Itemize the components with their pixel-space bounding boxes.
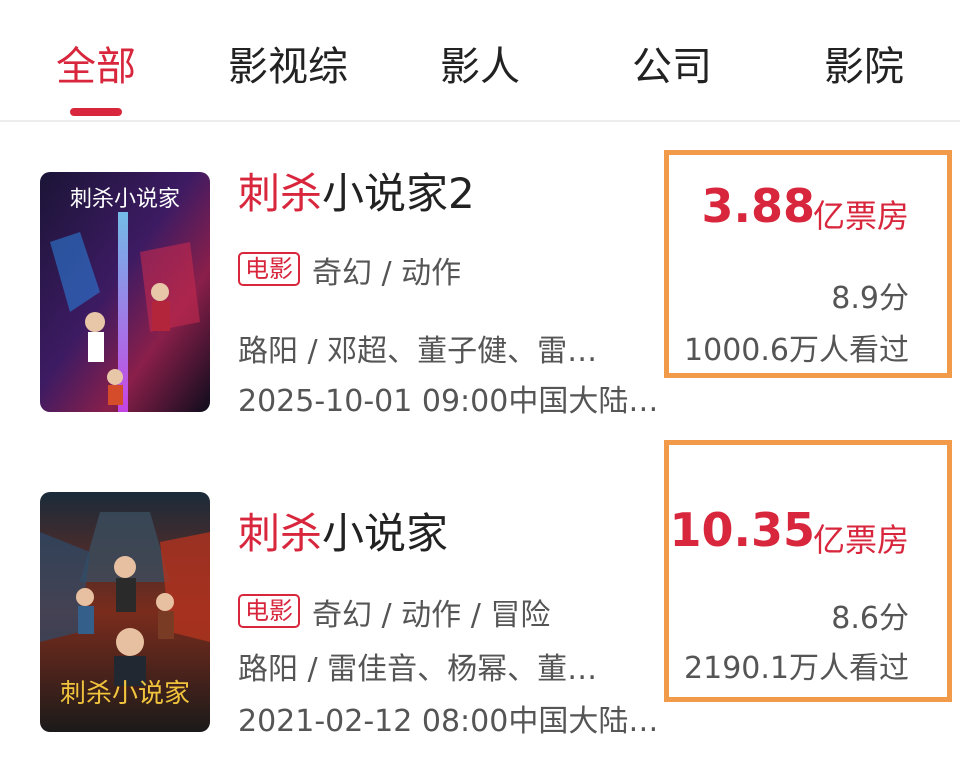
type-badge: 电影 [238,594,300,628]
poster-image: 刺杀小说家 [40,172,210,412]
tab-film-tv-variety[interactable]: 影视综 [228,34,348,92]
movie-poster[interactable]: 刺杀小说家 [40,492,210,732]
box-office-unit: 亿票房 [812,197,909,235]
box-office-panel: 3.88 亿票房 8.9分 1000.6万人看过 [664,150,952,378]
box-office-panel: 10.35 亿票房 8.6分 2190.1万人看过 [664,440,952,702]
active-tab-indicator [70,108,122,116]
viewer-count: 2190.1万人看过 [684,651,909,686]
tab-all[interactable]: 全部 [56,34,136,92]
release-info: 2025-10-01 09:00中国大陆… [238,384,659,419]
director-cast: 路阳 / 邓超、董子健、雷… [238,334,598,369]
rating-score: 8.6分 [831,601,909,636]
tab-companies[interactable]: 公司 [632,34,712,92]
poster-title-art: 刺杀小说家 [60,679,190,709]
category-tabs: 全部 影视综 影人 公司 影院 [0,0,960,122]
tab-people[interactable]: 影人 [440,34,520,92]
genres: 奇幻 / 动作 / 冒险 [312,598,551,633]
movie-result-card[interactable]: 刺杀小说家 刺杀小说家 电影 奇幻 / 动作 / 冒险 路阳 / 雷佳音、杨幂、… [0,440,960,742]
box-office-value: 3.88 [701,179,816,233]
director-cast: 路阳 / 雷佳音、杨幂、董… [238,652,598,687]
release-info: 2021-02-12 08:00中国大陆… [238,704,659,739]
genres: 奇幻 / 动作 [312,256,462,291]
movie-poster[interactable]: 刺杀小说家 [40,172,210,412]
movie-result-card[interactable]: 刺杀小说家 刺杀小说家2 电影 奇幻 / 动作 路阳 / 邓超、董子健、雷… 2… [0,150,960,450]
rating-score: 8.9分 [831,281,909,316]
movie-title[interactable]: 刺杀小说家 [238,500,448,561]
movie-title[interactable]: 刺杀小说家2 [238,160,475,221]
box-office-unit: 亿票房 [812,521,909,559]
poster-image: 刺杀小说家 [40,492,210,732]
tab-cinemas[interactable]: 影院 [824,34,904,92]
box-office-value: 10.35 [669,503,815,557]
poster-title-art: 刺杀小说家 [70,187,180,212]
viewer-count: 1000.6万人看过 [684,333,909,368]
type-badge: 电影 [238,252,300,286]
